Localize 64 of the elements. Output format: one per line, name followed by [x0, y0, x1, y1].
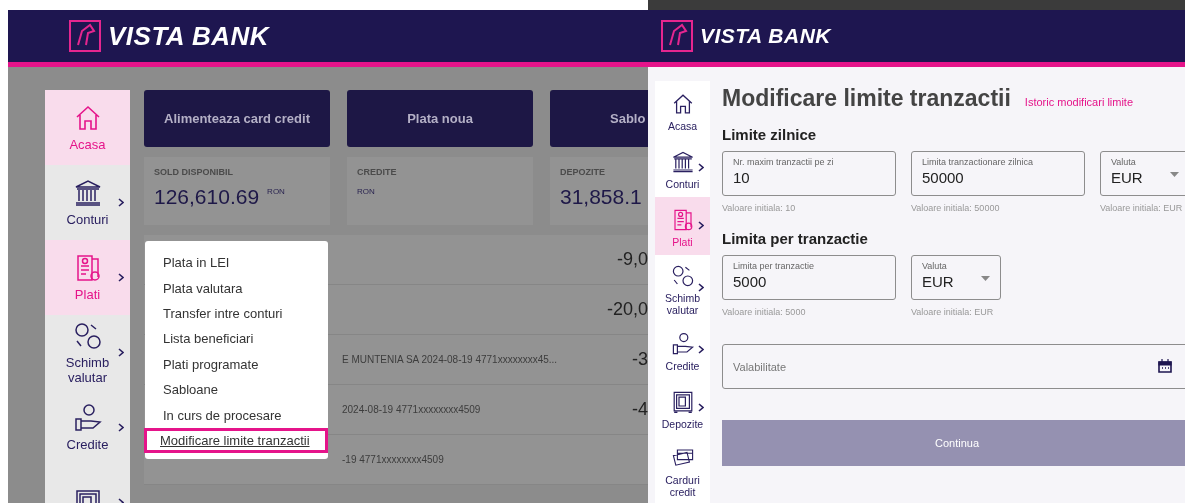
field-hint: Valoare initiala: 5000 [722, 306, 807, 319]
menu-item[interactable]: In curs de procesare [144, 402, 328, 428]
section-heading: Limita per tranzactie [722, 230, 869, 247]
action-button[interactable]: Plata noua [347, 90, 533, 147]
menu-item[interactable]: Plati programate [144, 351, 328, 377]
hand-coin-icon [72, 403, 103, 433]
calendar-icon [1158, 359, 1172, 373]
balance-amount: 126,610.69 [154, 185, 260, 209]
menu-item[interactable]: Sabloane [144, 376, 328, 403]
chevron-icon [698, 283, 704, 292]
currency-label: RON [267, 187, 285, 196]
caret-icon [1170, 172, 1179, 177]
transaction-details: E MUNTENIA SA 2024-08-19 4771xxxxxxxx45... [342, 354, 558, 365]
chevron-icon [118, 422, 124, 432]
menu-item[interactable]: Plata in LEI [144, 250, 328, 276]
transaction-amount: -9,0 [616, 249, 648, 270]
chevron-icon [118, 272, 124, 282]
currency-label: RON [357, 187, 375, 196]
transaction-amount: -20,0 [606, 299, 648, 320]
hand-coin-icon [670, 332, 695, 356]
horse-logo-icon [68, 19, 102, 53]
action-button[interactable]: Sablo [550, 90, 648, 147]
menu-item[interactable]: Plata valutara [144, 275, 328, 301]
bank-building-icon [670, 150, 695, 174]
history-link[interactable]: Istoric modificari limite [1024, 96, 1134, 108]
currency-dropdown[interactable]: Valuta EUR [1100, 151, 1185, 196]
field-hint: Valoare initiala: 10 [722, 202, 797, 215]
balance-amount: 31,858.1 [560, 185, 642, 209]
input-field[interactable]: Nr. maxim tranzactii pe zi 10 [722, 151, 896, 196]
menu-item[interactable]: Transfer intre conturi [144, 300, 328, 327]
caret-icon [981, 276, 990, 281]
transaction-details: -19 4771xxxxxxxx4509 [342, 454, 444, 465]
field-hint: Valoare initiala: 50000 [911, 202, 1001, 215]
nav-item[interactable]: Conturi [45, 165, 130, 240]
action-button[interactable]: Alimenteaza card credit [144, 90, 330, 147]
field-hint: Valoare initiala: EUR [911, 306, 995, 319]
chevron-icon [698, 163, 704, 172]
nav-item[interactable]: Schimb valutar [45, 315, 130, 390]
currency-exchange-icon [670, 264, 695, 288]
date-field[interactable]: Valabilitate [722, 344, 1185, 389]
transaction-amount: -3 [632, 349, 648, 370]
balance-label: CREDITE [357, 167, 398, 177]
section-heading: Limite zilnice [722, 126, 818, 143]
transaction-amount: -4 [632, 399, 648, 420]
currency-dropdown[interactable]: Valuta EUR [911, 255, 1001, 300]
currency-exchange-icon [72, 320, 103, 351]
input-field[interactable]: Limita per tranzactie 5000 [722, 255, 896, 300]
nav-item[interactable]: Credite [45, 390, 130, 465]
chevron-icon [118, 347, 124, 357]
chevron-icon [118, 197, 124, 207]
chevron-icon [698, 221, 704, 230]
field-hint: Valoare initiala: EUR [1100, 202, 1184, 215]
balance-label: SOLD DISPONIBIL [154, 167, 234, 177]
menu-item[interactable]: Lista beneficiari [144, 326, 328, 352]
chevron-icon [698, 345, 704, 354]
menu-item[interactable]: Modificare limite tranzactii [144, 427, 328, 454]
page-title: Modificare limite tranzactii [722, 85, 1011, 112]
transaction-details: 2024-08-19 4771xxxxxxxx4509 [342, 404, 481, 415]
balance-label: DEPOZITE [560, 167, 606, 177]
input-field[interactable]: Limita tranzactionare zilnica 50000 [911, 151, 1085, 196]
logo-text: VISTA BANK [700, 24, 831, 48]
chevron-icon [698, 403, 704, 412]
logo-text: VISTA BANK [108, 20, 269, 52]
horse-logo-icon [660, 19, 694, 53]
